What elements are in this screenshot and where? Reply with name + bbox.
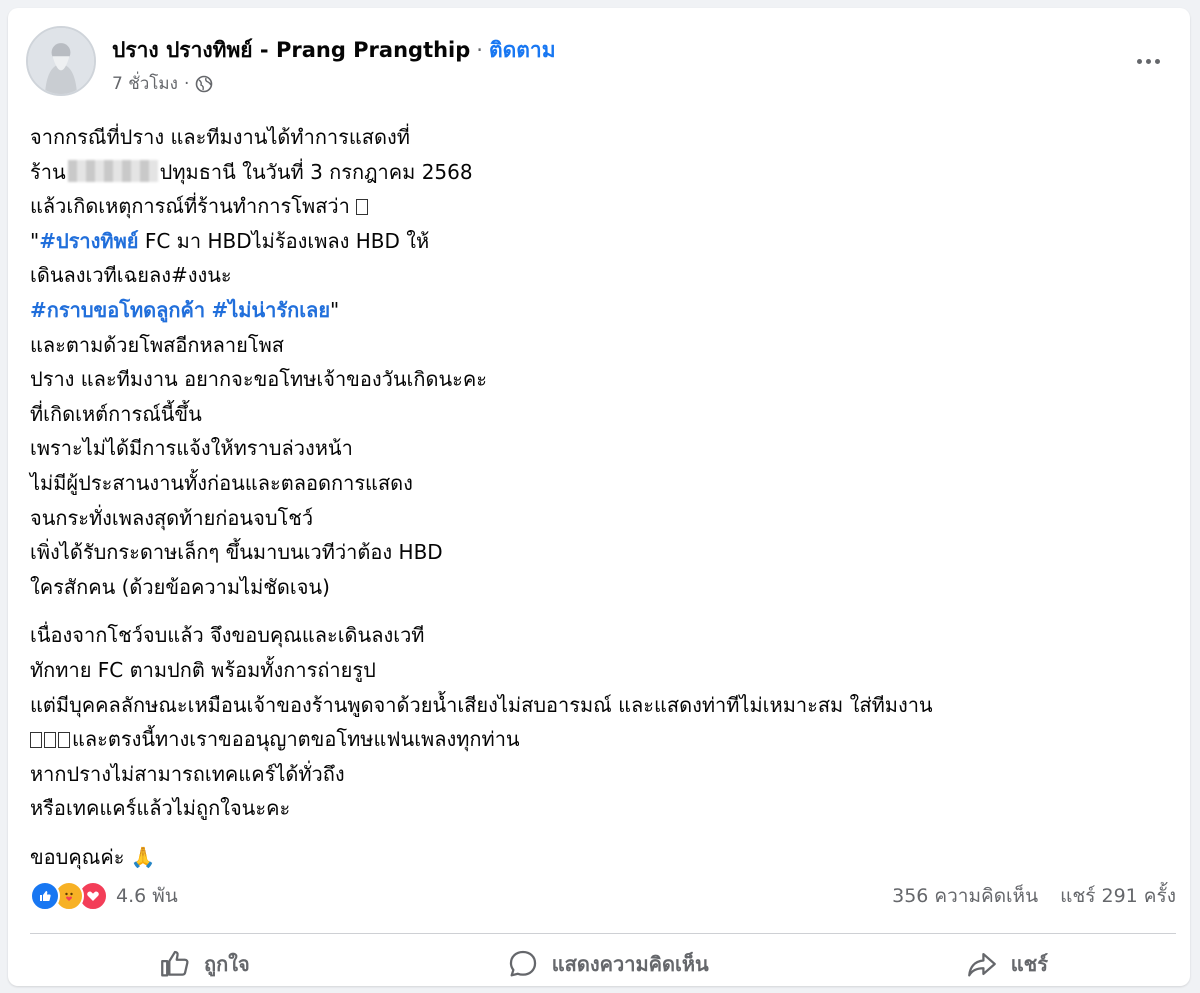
- globe-icon[interactable]: [195, 75, 213, 93]
- post-line: ร้าน ปทุมธานี ในวันที่ 3 กรกฎาคม 2568: [30, 155, 1180, 190]
- post-line: จากกรณีที่ปราง และทีมงานได้ทำการแสดงที่: [30, 125, 410, 149]
- post-line-text: FC มา HBDไม่ร้องเพลง HBD ให้: [138, 228, 430, 253]
- post-line-text: และตรงนี้ทางเราขออนุญาตขอโทษแฟนเพลงทุกท่…: [72, 727, 520, 752]
- hashtag-link[interactable]: #ปรางทิพย์: [39, 229, 138, 253]
- author-name[interactable]: ปราง ปรางทิพย์ - Prang Prangthip: [112, 38, 470, 62]
- post-line: แต่มีบุคคลลักษณะเหมือนเจ้าของร้านพูดจาด้…: [30, 692, 933, 717]
- share-count[interactable]: แชร์ 291 ครั้ง: [1060, 885, 1176, 907]
- post-line: ขอบคุณค่ะ 🙏: [30, 840, 1180, 875]
- avatar-image: [28, 28, 94, 94]
- comment-button[interactable]: แสดงความคิดเห็น: [476, 943, 739, 985]
- post-line-text: ร้าน: [30, 159, 66, 184]
- meta-separator: ·: [183, 73, 190, 94]
- post-line: เพราะไม่ได้มีการแจ้งให้ทราบล่วงหน้า: [30, 436, 353, 461]
- comment-count[interactable]: 356 ความคิดเห็น: [892, 885, 1038, 907]
- share-button[interactable]: แชร์: [935, 943, 1078, 985]
- engagement-counts: 356 ความคิดเห็น แชร์ 291 ครั้ง: [876, 881, 1176, 911]
- hashtag-link[interactable]: #ไม่น่ารักเลย: [211, 298, 330, 322]
- action-divider: [30, 933, 1176, 934]
- post-line: หากปรางไม่สามารถเทคแคร์ได้ทั่วถึง: [30, 761, 345, 786]
- post-line: และตรงนี้ทางเราขออนุญาตขอโทษแฟนเพลงทุกท่…: [30, 722, 1180, 757]
- post-line: ที่เกิดเหต์การณ์นี้ขึ้น: [30, 401, 202, 426]
- post-stats: 4.6 พัน 356 ความคิดเห็น แชร์ 291 ครั้ง: [30, 878, 1176, 914]
- post-line-text: ปทุมธานี ในวันที่ 3 กรกฎาคม 2568: [159, 159, 473, 184]
- missing-glyph-icon: [30, 732, 42, 749]
- dot: [1145, 58, 1151, 64]
- post-line: #กราบขอโทดลูกค้า #ไม่น่ารักเลย": [30, 293, 1180, 328]
- post-line: ทักทาย FC ตามปกติ พร้อมทั้งการถ่ายรูป: [30, 657, 376, 682]
- post-timestamp[interactable]: 7 ชั่วโมง: [112, 70, 178, 97]
- dot: [1154, 58, 1160, 64]
- post-line: เพิ่งได้รับกระดาษเล็กๆ ขึ้นมาบนเวทีว่าต้…: [30, 540, 443, 565]
- like-reaction-icon: [30, 881, 60, 911]
- header-separator: ·: [476, 38, 483, 62]
- more-options-icon[interactable]: [1128, 48, 1168, 74]
- post-card: ปราง ปรางทิพย์ - Prang Prangthip · ติดตาม …: [8, 8, 1190, 986]
- post-header-title: ปราง ปรางทิพย์ - Prang Prangthip · ติดตาม: [112, 34, 556, 67]
- post-line-text: ขอบคุณค่ะ: [30, 844, 125, 869]
- post-meta: 7 ชั่วโมง ·: [112, 70, 213, 97]
- comment-label: แสดงความคิดเห็น: [551, 952, 709, 976]
- post-line: หรือเทคแคร์แล้วไม่ถูกใจนะคะ: [30, 796, 291, 821]
- missing-glyph-icon: [58, 732, 70, 749]
- dot: [1136, 58, 1142, 64]
- like-label: ถูกใจ: [204, 952, 250, 976]
- quote-mark: ": [330, 297, 340, 322]
- post-line: เดินลงเวทีเฉยลง#งงนะ: [30, 263, 232, 288]
- thumbs-up-icon: [161, 950, 189, 977]
- post-line: จนกระทั่งเพลงสุดท้ายก่อนจบโชว์: [30, 505, 314, 530]
- reaction-count[interactable]: 4.6 พัน: [116, 881, 178, 911]
- missing-glyph-icon: [356, 199, 369, 216]
- post-line: ไม่มีผู้ประสานงานทั้งก่อนและตลอดการแสดง: [30, 470, 413, 495]
- folded-hands-icon: 🙏: [130, 844, 156, 869]
- quote-mark: ": [30, 228, 40, 253]
- reactions-summary[interactable]: 4.6 พัน: [30, 881, 178, 911]
- post-line: "#ปรางทิพย์ FC มา HBDไม่ร้องเพลง HBD ให้: [30, 224, 1180, 259]
- post-line: ใครสักคน (ด้วยข้อความไม่ชัดเจน): [30, 574, 330, 599]
- like-button[interactable]: ถูกใจ: [128, 943, 280, 985]
- post-line: เนื่องจากโชว์จบแล้ว จึงขอบคุณและเดินลงเว…: [30, 623, 425, 648]
- blurred-shop-name: [67, 159, 158, 182]
- comment-bubble-icon: [509, 950, 536, 977]
- share-arrow-icon: [967, 952, 996, 977]
- share-label: แชร์: [1010, 952, 1048, 976]
- post-line-text: แล้วเกิดเหตุการณ์ที่ร้านทำการโพสว่า: [30, 194, 350, 219]
- post-line: และตามด้วยโพสอีกหลายโพส: [30, 332, 285, 357]
- author-avatar[interactable]: [26, 26, 96, 96]
- post-line: แล้วเกิดเหตุการณ์ที่ร้านทำการโพสว่า: [30, 189, 1180, 224]
- post-line: ปราง และทีมงาน อยากจะขอโทษเจ้าของวันเกิด…: [30, 367, 488, 392]
- post-text: จากกรณีที่ปราง และทีมงานได้ทำการแสดงที่ …: [30, 120, 1180, 874]
- action-bar: ถูกใจ แสดงความคิดเห็น แชร์: [30, 942, 1176, 986]
- missing-glyph-icon: [44, 732, 56, 749]
- follow-button[interactable]: ติดตาม: [489, 38, 556, 62]
- hashtag-link[interactable]: #กราบขอโทดลูกค้า: [30, 298, 205, 322]
